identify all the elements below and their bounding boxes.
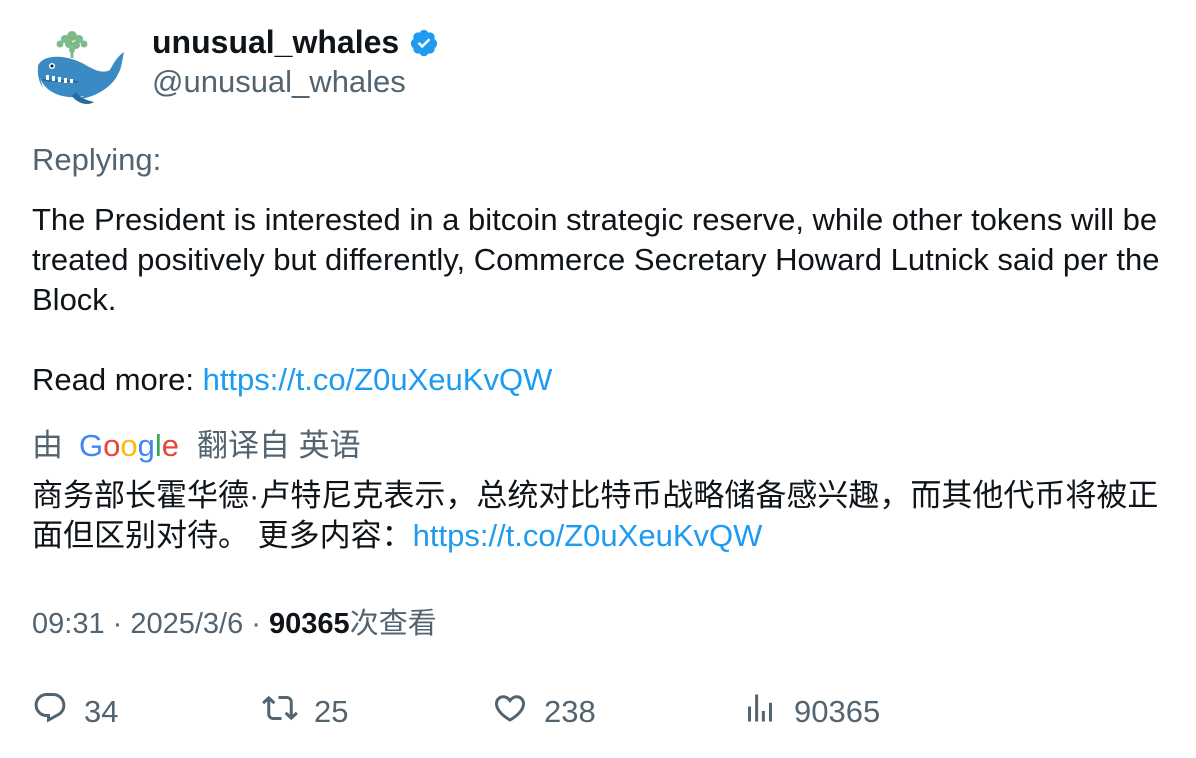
author-display-name[interactable]: unusual_whales bbox=[152, 22, 439, 62]
tweet-link[interactable]: https://t.co/Z0uXeuKvQW bbox=[203, 362, 553, 397]
translated-from-label: 翻译自 英语 bbox=[197, 428, 361, 463]
views-label: 次查看 bbox=[349, 608, 437, 640]
retweet-count: 25 bbox=[314, 694, 349, 729]
tweet-text: The President is interested in a bitcoin… bbox=[32, 200, 1172, 400]
author-handle[interactable]: @unusual_whales bbox=[152, 62, 406, 102]
translated-by-label: 由 bbox=[32, 428, 63, 463]
retweet-button[interactable]: 25 bbox=[262, 690, 348, 734]
display-name-text[interactable]: unusual_whales bbox=[152, 22, 399, 62]
read-more-line: Read more: https://t.co/Z0uXeuKvQW bbox=[32, 360, 1172, 400]
like-count: 238 bbox=[544, 694, 596, 729]
read-more-label: Read more: bbox=[32, 362, 203, 397]
tweet-detail: unusual_whales @unusual_whales Replying:… bbox=[0, 0, 1196, 758]
meta-separator: · bbox=[243, 608, 270, 640]
translated-text: 商务部长霍华德·卢特尼克表示，总统对比特币战略储备感兴趣，而其他代币将被正面但区… bbox=[32, 476, 1182, 556]
action-bar: 34 25 238 90365 bbox=[32, 690, 1132, 734]
tweet-body: The President is interested in a bitcoin… bbox=[32, 202, 1160, 317]
meta-separator: · bbox=[104, 608, 131, 640]
views-button[interactable]: 90365 bbox=[742, 690, 880, 734]
reply-button[interactable]: 34 bbox=[32, 690, 118, 734]
google-logo: Google bbox=[79, 428, 180, 463]
replying-label: Replying: bbox=[32, 142, 162, 177]
like-button[interactable]: 238 bbox=[492, 690, 596, 734]
views-count: 90365 bbox=[269, 608, 350, 640]
views-action-count: 90365 bbox=[794, 694, 881, 729]
tweet-meta: 09:31 · 2025/3/6 · 90365次查看 bbox=[32, 604, 437, 644]
bar-chart-icon bbox=[742, 690, 794, 734]
heart-icon bbox=[492, 690, 544, 734]
tweet-time[interactable]: 09:31 bbox=[32, 608, 105, 640]
translated-link[interactable]: https://t.co/Z0uXeuKvQW bbox=[413, 518, 763, 553]
translation-attribution[interactable]: 由 Google 翻译自 英语 bbox=[32, 426, 361, 466]
retweet-icon bbox=[262, 690, 314, 734]
whale-avatar[interactable] bbox=[32, 26, 128, 112]
reply-count: 34 bbox=[84, 694, 119, 729]
verified-badge-icon bbox=[409, 27, 439, 57]
tweet-date[interactable]: 2025/3/6 bbox=[130, 608, 243, 640]
reply-icon bbox=[32, 690, 84, 734]
